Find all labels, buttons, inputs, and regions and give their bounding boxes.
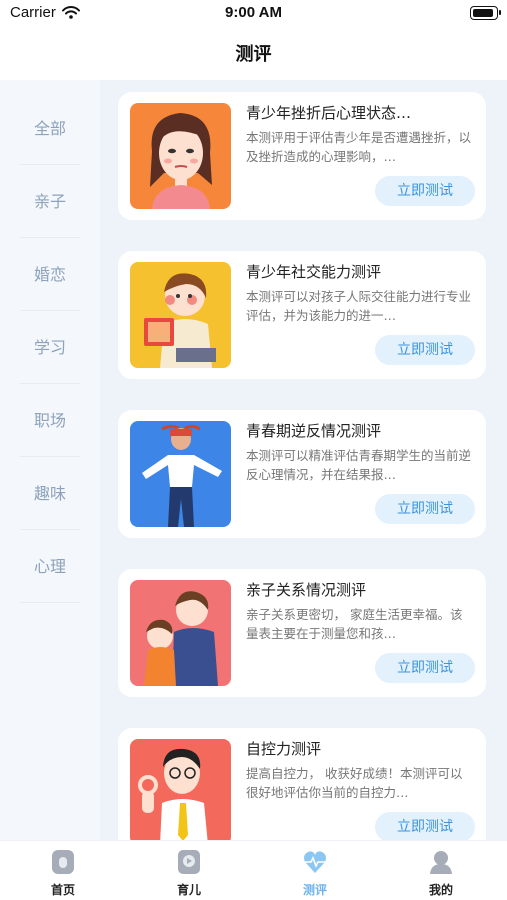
boy-reading-icon	[130, 262, 231, 368]
card-title: 自控力测评	[246, 740, 322, 758]
tab-profile[interactable]: 我的	[378, 841, 504, 900]
sidebar-item-parenting[interactable]: 亲子	[20, 165, 80, 238]
sidebar-item-relationship[interactable]: 婚恋	[20, 238, 80, 311]
profile-icon	[430, 851, 452, 874]
tab-label: 首页	[50, 883, 75, 897]
sidebar-item-fun[interactable]: 趣味	[20, 457, 80, 530]
start-test-button[interactable]: 立即测试	[375, 812, 475, 840]
tab-bar: 首页 育儿 测评 我的	[0, 840, 507, 900]
tab-home[interactable]: 首页	[0, 841, 126, 900]
tab-label: 我的	[428, 883, 453, 897]
card-title: 青少年社交能力测评	[246, 263, 382, 281]
tab-assessment[interactable]: 测评	[252, 841, 378, 900]
status-time: 9:00 AM	[225, 4, 282, 21]
card-description: 提高自控力， 收获好成绩！本测评可以很好地评估你当前的自控力…	[246, 766, 463, 800]
sidebar-item-all[interactable]: 全部	[20, 92, 80, 165]
start-test-button[interactable]: 立即测试	[375, 176, 475, 206]
parent-child-icon	[130, 580, 231, 686]
sidebar-item-workplace[interactable]: 职场	[20, 384, 80, 457]
angry-teen-icon	[130, 421, 231, 527]
nav-bar: 测评	[0, 28, 507, 80]
start-test-button[interactable]: 立即测试	[375, 335, 475, 365]
card-title: 亲子关系情况测评	[246, 581, 367, 599]
assessment-card[interactable]: 青少年挫折后心理状态… 本测评用于评估青少年是否遭遇挫折，以及挫折造成的心理影响…	[118, 92, 486, 220]
assessment-card[interactable]: 青春期逆反情况测评 本测评可以精准评估青春期学生的当前逆反心理情况，并在结果报……	[118, 410, 486, 538]
card-description: 本测评可以精准评估青春期学生的当前逆反心理情况，并在结果报…	[246, 448, 472, 482]
card-description: 本测评可以对孩子人际交往能力进行专业评估，并为该能力的进一…	[246, 289, 472, 323]
parenting-icon	[178, 850, 200, 874]
tab-label: 育儿	[176, 883, 201, 897]
start-test-button[interactable]: 立即测试	[375, 653, 475, 683]
card-description: 本测评用于评估青少年是否遭遇挫折，以及挫折造成的心理影响，…	[246, 130, 472, 164]
assessment-icon	[304, 851, 326, 873]
card-title: 青少年挫折后心理状态…	[246, 104, 412, 122]
tab-label: 测评	[302, 883, 327, 897]
card-title: 青春期逆反情况测评	[246, 422, 382, 440]
home-icon	[52, 850, 74, 874]
start-test-button[interactable]: 立即测试	[375, 494, 475, 524]
assessment-card[interactable]: 青少年社交能力测评 本测评可以对孩子人际交往能力进行专业评估，并为该能力的进一……	[118, 251, 486, 379]
battery-icon	[470, 6, 501, 20]
assessment-card[interactable]: 亲子关系情况测评 亲子关系更密切， 家庭生活更幸福。该量表主要在于测量您和孩… …	[118, 569, 486, 697]
sidebar-item-psychology[interactable]: 心理	[20, 530, 80, 603]
tab-parenting[interactable]: 育儿	[126, 841, 252, 900]
assessment-list: 青少年挫折后心理状态… 本测评用于评估青少年是否遭遇挫折，以及挫折造成的心理影响…	[100, 80, 507, 840]
ok-gesture-man-icon	[130, 739, 231, 840]
page-title: 测评	[235, 44, 272, 65]
category-sidebar: 全部 亲子 婚恋 学习 职场 趣味 心理	[0, 92, 100, 840]
girl-portrait-icon	[130, 103, 231, 209]
sidebar-item-study[interactable]: 学习	[20, 311, 80, 384]
card-description: 亲子关系更密切， 家庭生活更幸福。该量表主要在于测量您和孩…	[246, 607, 463, 641]
status-bar: Carrier 9:00 AM	[0, 0, 507, 28]
assessment-card[interactable]: 自控力测评 提高自控力， 收获好成绩！本测评可以很好地评估你当前的自控力… 立即…	[118, 728, 486, 840]
